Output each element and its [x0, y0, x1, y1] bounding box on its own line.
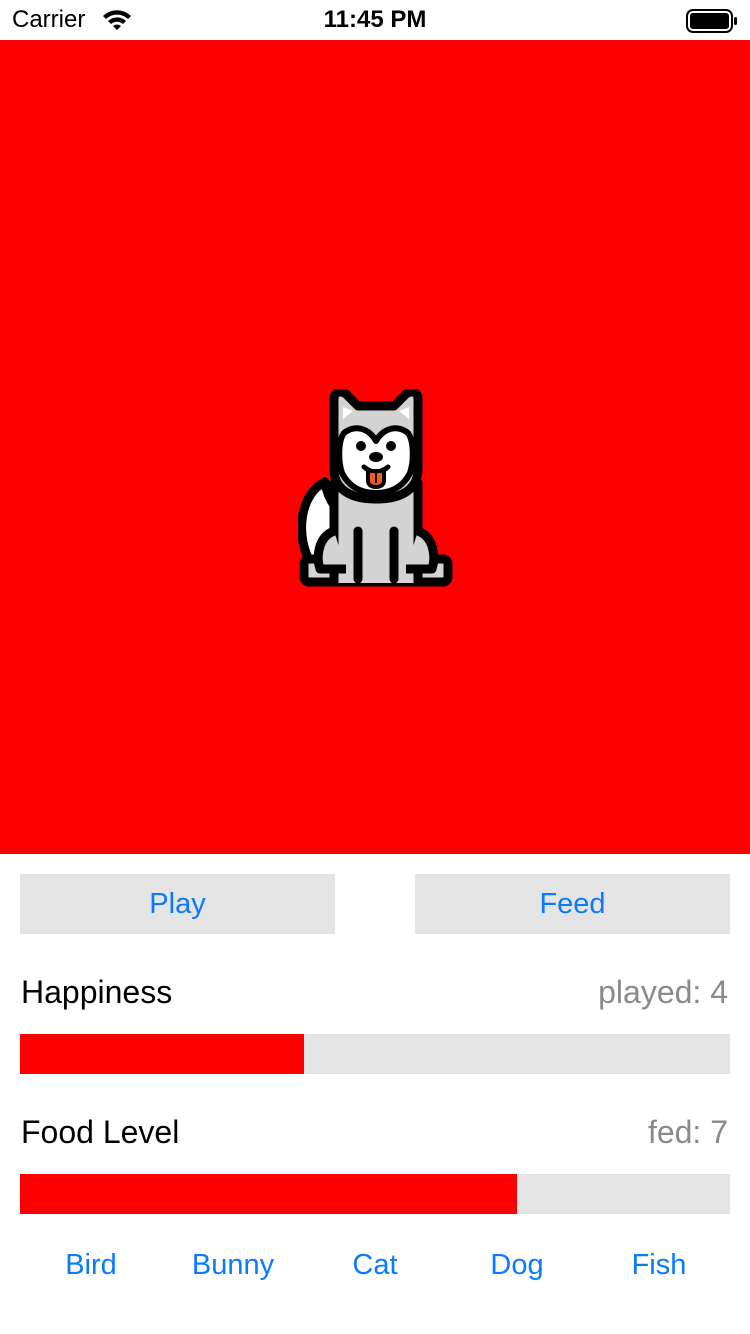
food-level-progress-bar — [20, 1174, 730, 1214]
pet-option-dog[interactable]: Dog — [446, 1244, 588, 1286]
status-bar: Carrier 11:45 PM — [0, 0, 750, 40]
happiness-progress-bar — [20, 1034, 730, 1074]
happiness-progress-fill — [20, 1034, 304, 1074]
happiness-label: Happiness — [21, 974, 173, 1010]
feed-button[interactable]: Feed — [415, 874, 730, 934]
played-count: played: 4 — [598, 974, 728, 1010]
husky-dog-icon — [297, 387, 454, 592]
pet-option-bird[interactable]: Bird — [20, 1244, 162, 1286]
pet-display — [0, 40, 750, 854]
battery-icon — [686, 9, 738, 38]
food-level-label: Food Level — [21, 1114, 180, 1150]
food-level-progress-fill — [20, 1174, 517, 1214]
app-screen: Carrier 11:45 PM Play Feed Happiness pla… — [0, 0, 750, 1334]
status-time: 11:45 PM — [323, 6, 427, 33]
pet-selector: Bird Bunny Cat Dog Fish — [20, 1244, 730, 1286]
pet-option-fish[interactable]: Fish — [588, 1244, 730, 1286]
pet-option-bunny[interactable]: Bunny — [162, 1244, 304, 1286]
pet-option-cat[interactable]: Cat — [304, 1244, 446, 1286]
play-button[interactable]: Play — [20, 874, 335, 934]
fed-count: fed: 7 — [647, 1114, 728, 1150]
